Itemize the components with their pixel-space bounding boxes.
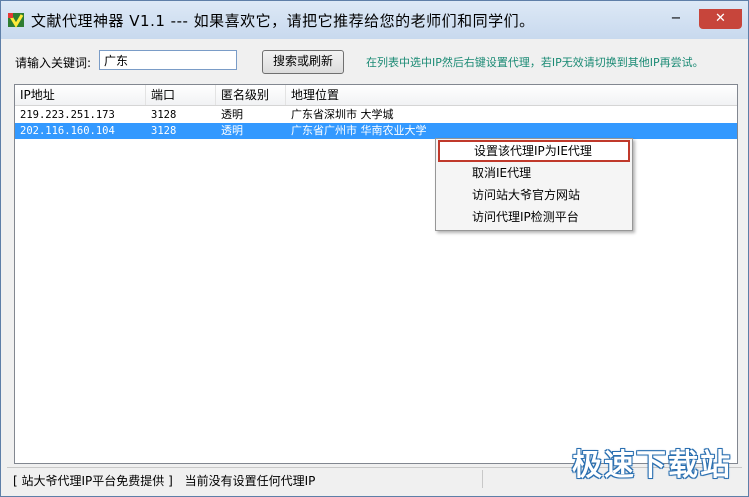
client-area: 请输入关键词: 搜索或刷新 在列表中选中IP然后右键设置代理，若IP无效请切换到… [7,39,742,490]
cell-anonymity: 透明 [221,124,243,137]
minimize-button[interactable]: − [663,9,689,29]
column-header-anonymity[interactable]: 匿名级别 [216,85,286,105]
title-bar[interactable]: 文献代理神器 V1.1 --- 如果喜欢它，请把它推荐给您的老师们和同学们。 −… [1,1,748,39]
menu-item-visit-proxy-check[interactable]: 访问代理IP检测平台 [438,206,630,228]
cell-location: 广东省广州市 华南农业大学 [291,124,427,137]
status-provider: [ 站大爷代理IP平台免费提供 ] [13,474,173,488]
cell-port: 3128 [151,125,177,137]
cell-ip: 219.223.251.173 [20,109,115,121]
column-header-ip[interactable]: IP地址 [15,85,146,105]
watermark: 极速下载站 [572,448,732,483]
window-title: 文献代理神器 V1.1 --- 如果喜欢它，请把它推荐给您的老师们和同学们。 [31,12,535,30]
usage-hint: 在列表中选中IP然后右键设置代理，若IP无效请切换到其他IP再尝试。 [366,56,704,69]
cell-port: 3128 [151,109,177,121]
list-header: IP地址 端口 匿名级别 地理位置 [15,85,737,106]
keyword-label: 请输入关键词: [15,56,92,70]
cell-anonymity: 透明 [221,108,243,121]
column-header-location[interactable]: 地理位置 [286,85,736,105]
status-left: [ 站大爷代理IP平台免费提供 ] 当前没有设置任何代理IP [13,472,315,489]
menu-item-set-ie-proxy[interactable]: 设置该代理IP为IE代理 [438,140,630,162]
close-button[interactable]: ✕ [699,9,742,29]
column-header-port[interactable]: 端口 [146,85,216,105]
keyword-input[interactable] [99,50,237,70]
table-row[interactable]: 219.223.251.173 3128 透明 广东省深圳市 大学城 [15,107,737,123]
app-logo-icon [8,13,24,28]
menu-item-visit-official-site[interactable]: 访问站大爷官方网站 [438,184,630,206]
status-divider [482,470,483,488]
table-row-selected[interactable]: 202.116.160.104 3128 透明 广东省广州市 华南农业大学 [15,123,737,139]
search-refresh-button[interactable]: 搜索或刷新 [262,50,344,74]
app-window: 文献代理神器 V1.1 --- 如果喜欢它，请把它推荐给您的老师们和同学们。 −… [0,0,749,497]
cell-location: 广东省深圳市 大学城 [291,108,394,121]
context-menu: 设置该代理IP为IE代理 取消IE代理 访问站大爷官方网站 访问代理IP检测平台 [435,138,633,231]
menu-item-cancel-ie-proxy[interactable]: 取消IE代理 [438,162,630,184]
cell-ip: 202.116.160.104 [20,125,115,137]
status-proxy-state: 当前没有设置任何代理IP [184,474,316,488]
